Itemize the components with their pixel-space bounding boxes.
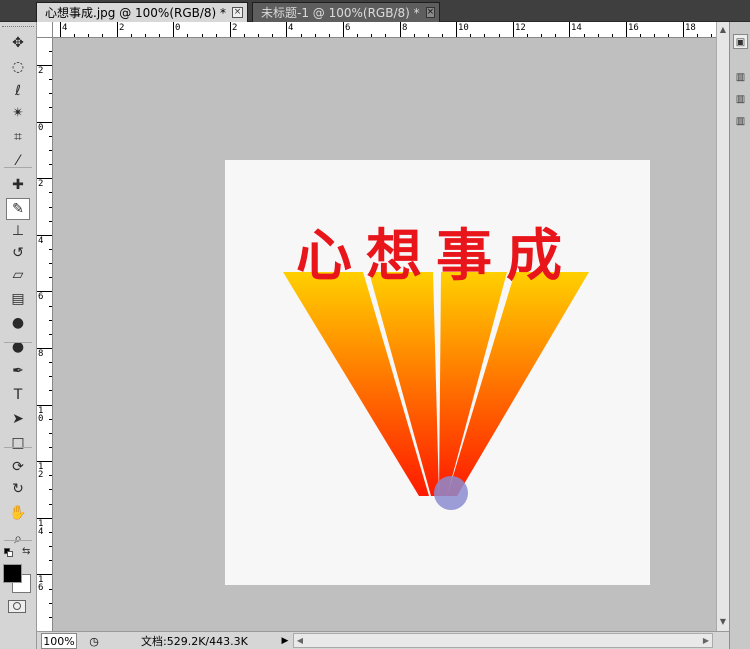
shape-tool-icon[interactable]: □	[6, 432, 30, 454]
default-colors-icon[interactable]	[4, 548, 14, 558]
ruler-label: 2	[119, 23, 125, 33]
tab-label: 未标题-1 @ 100%(RGB/8) *	[261, 6, 420, 20]
hand-tool-icon[interactable]: ✋	[6, 502, 30, 524]
ruler-label: 0	[38, 123, 44, 133]
ruler-label: 12	[515, 23, 526, 33]
ruler-label: 1 4	[38, 519, 44, 537]
panel-grip[interactable]	[2, 26, 34, 29]
canvas-workspace[interactable]: 心想事成	[53, 38, 716, 631]
ruler-ticks	[37, 23, 52, 618]
close-icon[interactable]: ×	[232, 7, 243, 18]
ruler-label: 6	[38, 292, 44, 302]
3d-orbit-tool-icon[interactable]: ↻	[6, 478, 30, 500]
ruler-label: 8	[402, 23, 408, 33]
tools-panel: ✥ ◌ ℓ ✴ ⌗ ⁄ ✚ ✎ ⊥ ↺ ▱ ▤ ● ● ✒ T ➤ □ ⟳ ↻ ✋ ⌕ ⇆	[0, 22, 37, 649]
panel-toggle-icon[interactable]: ▥	[733, 114, 748, 129]
photoshop-window: 心想事成.jpg @ 100%(RGB/8) * × 未标题-1 @ 100%(…	[0, 0, 750, 649]
ruler-label: 0	[175, 23, 181, 33]
foreground-color-swatch[interactable]	[3, 564, 22, 583]
panel-toggle-icon[interactable]: ▥	[733, 70, 748, 85]
artwork: 心想事成	[283, 223, 589, 510]
blur-tool-icon[interactable]: ●	[6, 312, 30, 334]
toolbar-divider	[4, 447, 32, 448]
panel-toggle-icon[interactable]: ▥	[733, 92, 748, 107]
ruler-label: 18	[685, 23, 696, 33]
panel-dock: ▣ ▥ ▥ ▥	[729, 22, 750, 649]
ruler-label: 8	[38, 349, 44, 359]
swap-colors-icon[interactable]: ⇆	[22, 546, 30, 557]
scroll-up-icon[interactable]: ▲	[717, 24, 729, 36]
type-tool-icon[interactable]: T	[6, 384, 30, 406]
stamp-tool-icon[interactable]: ⊥	[6, 220, 30, 242]
tab-label: 心想事成.jpg @ 100%(RGB/8) *	[45, 6, 227, 20]
tab-xinxiangshicheng[interactable]: 心想事成.jpg @ 100%(RGB/8) * ×	[36, 2, 248, 22]
ruler-origin[interactable]	[37, 22, 53, 38]
eraser-tool-icon[interactable]: ▱	[6, 264, 30, 286]
artwork-title: 心想事成	[296, 223, 576, 289]
crop-tool-icon[interactable]: ⌗	[6, 126, 30, 148]
document-canvas[interactable]: 心想事成	[225, 160, 650, 585]
quick-mask-icon[interactable]	[8, 600, 26, 613]
ruler-label: 2	[232, 23, 238, 33]
ruler-label: 10	[458, 23, 469, 33]
ruler-label: 1 6	[38, 575, 44, 593]
ruler-label: 4	[38, 236, 44, 246]
horizontal-scrollbar[interactable]: ◀ ▶	[293, 633, 713, 648]
brush-tool-icon[interactable]: ✎	[6, 198, 30, 220]
ruler-label: 1 0	[38, 406, 44, 424]
vertical-ruler[interactable]: 2 0 2 4 6 8 1 0 1 2 1 4 1 6	[37, 22, 53, 631]
path-selection-tool-icon[interactable]: ➤	[6, 408, 30, 430]
healing-brush-tool-icon[interactable]: ✚	[6, 174, 30, 196]
ruler-label: 16	[628, 23, 639, 33]
ruler-label: 2	[38, 179, 44, 189]
status-menu-arrow[interactable]: ▶	[279, 633, 291, 649]
scroll-right-icon[interactable]: ▶	[700, 634, 712, 647]
ruler-label: 4	[288, 23, 294, 33]
mini-bridge-icon[interactable]: ▣	[733, 34, 748, 49]
zoom-level-field[interactable]: 100%	[41, 633, 77, 649]
toolbar-divider	[4, 167, 32, 168]
marquee-tool-icon[interactable]: ◌	[6, 56, 30, 78]
history-brush-tool-icon[interactable]: ↺	[6, 242, 30, 264]
horizontal-ruler[interactable]: 4 2 0 2 4 6 8 10 12 14 16 18	[52, 22, 716, 38]
gradient-tool-icon[interactable]: ▤	[6, 288, 30, 310]
toolbar-divider	[4, 540, 32, 541]
ruler-ticks	[60, 22, 712, 37]
vertical-scrollbar[interactable]: ▲ ▼	[716, 22, 729, 631]
ruler-label: 1 2	[38, 462, 44, 480]
document-size: 文档:529.2K/443.3K	[141, 635, 248, 648]
ruler-label: 14	[571, 23, 582, 33]
status-bar: 100% ◷ 文档:529.2K/443.3K ▶ ◀ ▶	[37, 631, 750, 649]
pen-tool-icon[interactable]: ✒	[6, 360, 30, 382]
close-icon[interactable]: ×	[425, 7, 436, 18]
3d-rotate-tool-icon[interactable]: ⟳	[6, 456, 30, 478]
status-options-icon[interactable]: ◷	[85, 633, 103, 649]
scroll-down-icon[interactable]: ▼	[717, 616, 729, 628]
toolbar-divider	[4, 342, 32, 343]
move-tool-icon[interactable]: ✥	[6, 32, 30, 54]
scroll-left-icon[interactable]: ◀	[294, 634, 306, 647]
base-circle	[434, 476, 468, 510]
dodge-tool-icon[interactable]: ●	[6, 336, 30, 358]
eyedropper-tool-icon[interactable]: ⁄	[6, 150, 30, 172]
document-tab-bar: 心想事成.jpg @ 100%(RGB/8) * × 未标题-1 @ 100%(…	[0, 0, 750, 22]
magic-wand-tool-icon[interactable]: ✴	[6, 102, 30, 124]
ruler-label: 6	[345, 23, 351, 33]
ruler-label: 2	[38, 66, 44, 76]
lasso-tool-icon[interactable]: ℓ	[6, 80, 30, 102]
ruler-label: 4	[62, 23, 68, 33]
tab-untitled-1[interactable]: 未标题-1 @ 100%(RGB/8) * ×	[252, 2, 440, 22]
